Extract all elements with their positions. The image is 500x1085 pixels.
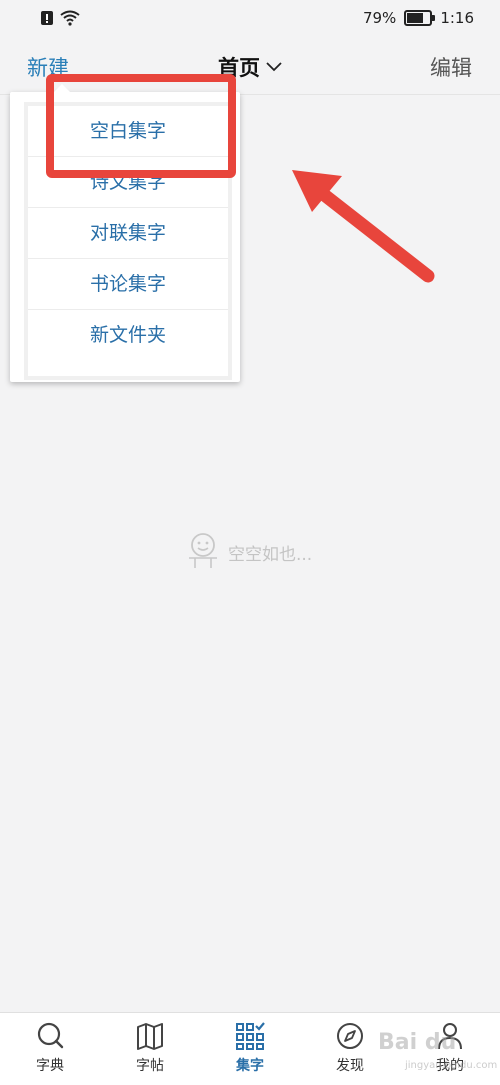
tab-label: 字典 [36,1058,64,1074]
tab-label: 发现 [336,1058,364,1074]
menu-item-new-folder[interactable]: 新文件夹 [28,310,228,360]
tab-copybook[interactable]: 字帖 [100,1013,200,1085]
baidu-watermark-url: jingyan.baidu.com [405,1060,498,1071]
empty-state: 空空如也... [186,532,312,572]
grid-check-icon [236,1022,265,1050]
search-icon [37,1022,64,1049]
compass-icon [337,1023,363,1049]
map-icon [137,1023,163,1050]
baidu-watermark: Bai du [378,1030,457,1055]
annotation-arrow-icon [292,170,435,283]
tab-collection[interactable]: 集字 [200,1013,300,1085]
empty-state-text: 空空如也... [228,544,313,565]
smiley-figure-icon [189,533,217,568]
tab-dictionary[interactable]: 字典 [0,1013,100,1085]
tab-label: 字帖 [136,1058,164,1074]
tab-label: 集字 [236,1058,264,1074]
